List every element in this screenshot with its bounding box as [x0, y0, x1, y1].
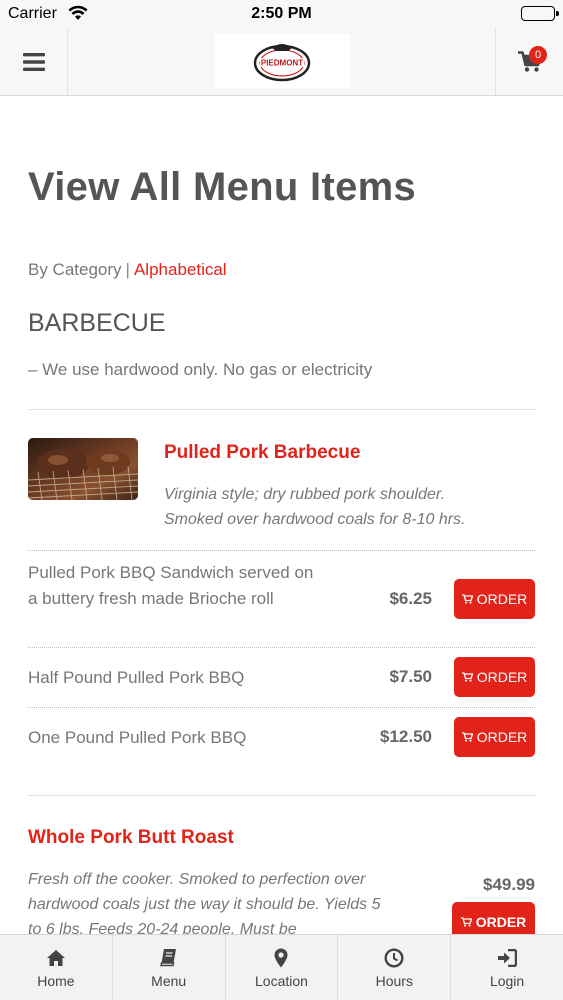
sort-filter-row: By Category | Alphabetical: [28, 260, 227, 280]
pulled-pork-image[interactable]: [28, 438, 138, 500]
row-divider: [28, 550, 535, 551]
tab-hours[interactable]: Hours: [338, 935, 452, 1000]
clock-icon: [384, 947, 404, 969]
item-description: Virginia style; dry rubbed pork shoulder…: [164, 486, 466, 528]
variant-label: Pulled Pork BBQ Sandwich served on a but…: [28, 563, 314, 608]
tab-hours-label: Hours: [375, 972, 413, 989]
order-button[interactable]: ORDER: [454, 657, 535, 697]
order-button[interactable]: ORDER: [454, 717, 535, 757]
by-category-link[interactable]: By Category: [28, 260, 122, 279]
variant-price: $12.50: [380, 727, 432, 746]
section-title: BARBECUE: [28, 309, 166, 337]
tab-home-label: Home: [37, 972, 75, 989]
cart-button[interactable]: 0: [495, 28, 563, 96]
order-button-label: ORDER: [476, 729, 528, 745]
item-divider: [28, 795, 535, 796]
section-description: – We use hardwood only. No gas or electr…: [28, 360, 373, 379]
tab-menu[interactable]: Menu: [113, 935, 226, 1000]
cart-icon: [461, 594, 473, 604]
restaurant-logo[interactable]: PIEDMONT: [214, 34, 350, 88]
item-price: $49.99: [483, 875, 535, 894]
tab-menu-label: Menu: [151, 972, 187, 989]
map-pin-icon: [274, 947, 288, 969]
order-button-label: ORDER: [476, 591, 528, 607]
clock-time: 2:50 PM: [251, 5, 312, 22]
cart-icon: [461, 672, 473, 682]
tab-login[interactable]: Login: [451, 935, 563, 1000]
book-icon: [159, 947, 178, 969]
section-divider: [28, 409, 535, 410]
row-divider: [28, 647, 535, 648]
tab-location[interactable]: Location: [226, 935, 339, 1000]
bottom-tab-bar: Home Menu Location Hours Login: [0, 934, 563, 1000]
hamburger-menu-button[interactable]: [0, 28, 68, 96]
status-bar: Carrier 2:50 PM: [0, 0, 563, 28]
hamburger-icon: [22, 53, 45, 71]
top-navbar: PIEDMONT 0: [0, 28, 563, 96]
tab-location-label: Location: [255, 972, 308, 989]
tab-login-label: Login: [489, 972, 525, 989]
cart-icon: [461, 732, 473, 742]
variant-price: $6.25: [389, 589, 432, 608]
variant-label: One Pound Pulled Pork BBQ: [28, 728, 247, 747]
cart-count-badge: 0: [529, 46, 547, 64]
order-button[interactable]: ORDER: [454, 579, 535, 619]
battery-icon: [521, 6, 559, 21]
order-button-label: ORDER: [476, 669, 528, 685]
tab-home[interactable]: Home: [0, 935, 113, 1000]
item-name[interactable]: Whole Pork Butt Roast: [28, 827, 234, 849]
variant-label: Half Pound Pulled Pork BBQ: [28, 668, 245, 687]
filter-separator: |: [125, 260, 130, 279]
sign-in-icon: [497, 947, 518, 969]
page-title: View All Menu Items: [28, 165, 417, 209]
alphabetical-link[interactable]: Alphabetical: [134, 260, 227, 279]
item-description: Fresh off the cooker. Smoked to perfecti…: [28, 871, 381, 938]
cart-icon: [460, 917, 472, 927]
item-name[interactable]: Pulled Pork Barbecue: [164, 442, 360, 464]
home-icon: [46, 947, 66, 969]
logo-text: PIEDMONT: [261, 59, 303, 68]
variant-price: $7.50: [389, 667, 432, 686]
order-button-label: ORDER: [475, 914, 527, 930]
row-divider: [28, 707, 535, 708]
